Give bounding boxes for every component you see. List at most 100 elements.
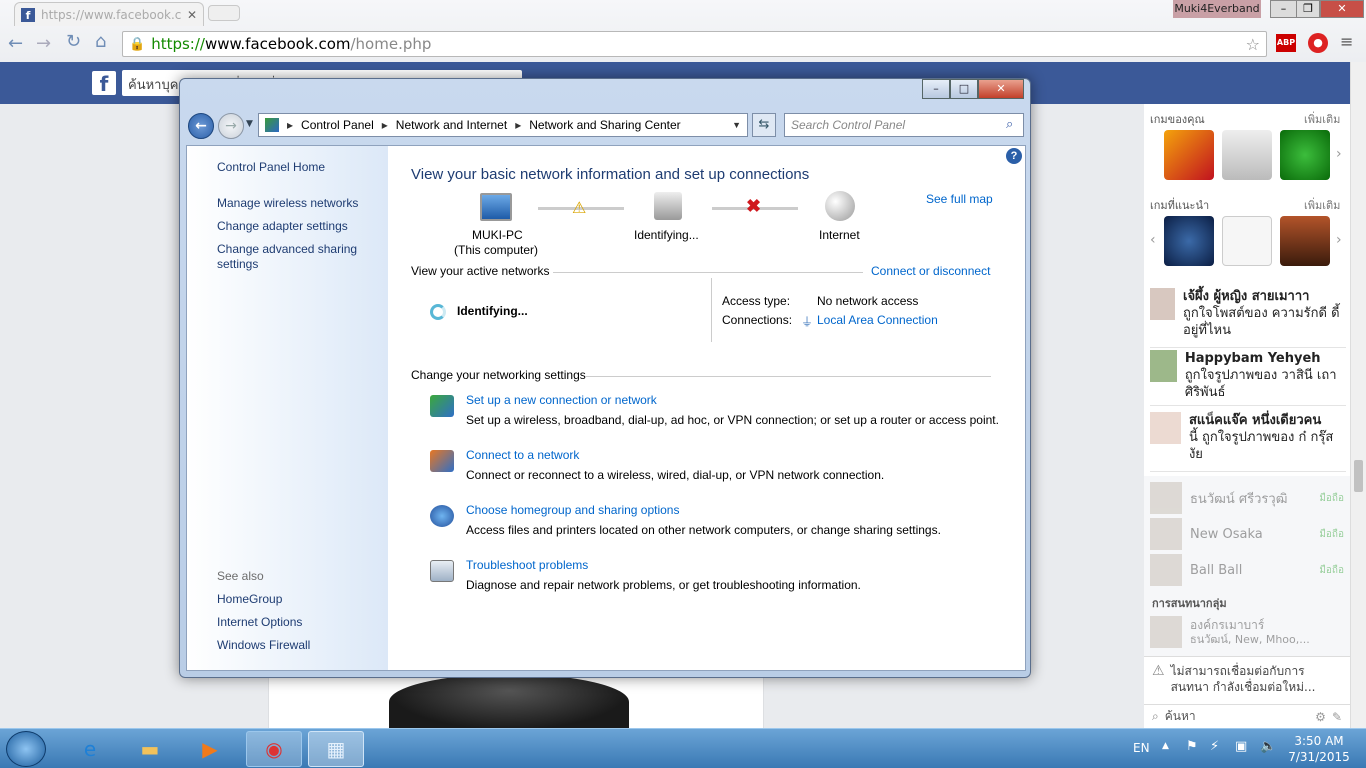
see-full-map-link[interactable]: See full map	[926, 192, 993, 206]
clock[interactable]: 3:50 AM 7/31/2015	[1284, 733, 1354, 765]
internet-explorer-icon[interactable]: e	[62, 731, 118, 767]
homegroup-link[interactable]: HomeGroup	[217, 592, 282, 606]
task-homegroup[interactable]: Choose homegroup and sharing options Acc…	[430, 503, 1010, 549]
action-center-flag-icon[interactable]: ⚑	[1186, 739, 1198, 754]
bookmark-star-icon[interactable]: ☆	[1246, 35, 1260, 54]
browser-user-badge[interactable]: Muki4Everband	[1173, 0, 1261, 18]
feed-image	[389, 674, 629, 730]
computer-icon[interactable]	[480, 193, 512, 221]
chat-contact[interactable]: Ball Ball มือถือ	[1150, 552, 1344, 588]
task-title[interactable]: Choose homegroup and sharing options	[466, 503, 679, 517]
ticker-story[interactable]: เจ้ผึ้ง ผู้หญิง สายเมาาา ถูกใจโพสต์ของ คว…	[1150, 288, 1346, 348]
page-scrollbar[interactable]	[1350, 62, 1366, 728]
back-icon[interactable]: ←	[8, 33, 23, 54]
reload-icon[interactable]: ↻	[66, 31, 81, 52]
chat-search-input[interactable]: ค้นหา	[1165, 707, 1309, 726]
game-ninja-saga-icon[interactable]	[1164, 130, 1214, 180]
minimize-browser-button[interactable]: –	[1270, 0, 1297, 18]
scrollbar-thumb[interactable]	[1354, 460, 1363, 492]
game-millionaire-icon[interactable]	[1164, 216, 1214, 266]
forward-arrow-icon[interactable]: →	[218, 113, 244, 139]
back-arrow-icon[interactable]: ←	[188, 113, 214, 139]
game-8-ball-pool-icon[interactable]	[1280, 130, 1330, 180]
chat-contact[interactable]: New Osaka มือถือ	[1150, 516, 1344, 552]
change-settings-title: Change your networking settings	[411, 368, 586, 382]
task-connect-network[interactable]: Connect to a network Connect or reconnec…	[430, 448, 1010, 494]
ticker-story[interactable]: สแน็คแจ๊ค หนึ่งเดียวคน นี้ ถูกใจรูปภาพของ…	[1150, 412, 1346, 472]
chat-contact[interactable]: ธนวัฒน์ ศรีวรวุฒิ มือถือ	[1150, 480, 1344, 516]
address-bar[interactable]: 🔒 https://www.facebook.com/home.php ☆	[122, 31, 1267, 57]
task-title[interactable]: Set up a new connection or network	[466, 393, 657, 407]
close-tab-icon[interactable]: ✕	[187, 8, 197, 22]
breadcrumb-network-internet[interactable]: Network and Internet	[396, 118, 507, 132]
unidentified-network-icon[interactable]	[654, 192, 682, 220]
language-indicator[interactable]: EN	[1133, 741, 1150, 755]
close-window-button[interactable]: ✕	[978, 79, 1024, 99]
compose-icon[interactable]: ✎	[1332, 710, 1342, 724]
search-icon[interactable]: ⌕	[1006, 117, 1013, 132]
address-dropdown-icon[interactable]: ▼	[732, 120, 741, 130]
breadcrumb[interactable]: ▸ Control Panel ▸ Network and Internet ▸…	[258, 113, 748, 137]
control-panel-taskbar-icon[interactable]: ▦	[308, 731, 364, 767]
game-tic-tac-toe-icon[interactable]	[1222, 216, 1272, 266]
breadcrumb-control-panel[interactable]: Control Panel	[301, 118, 374, 132]
task-desc: Diagnose and repair network problems, or…	[466, 578, 861, 592]
show-hidden-icons[interactable]: ▲	[1162, 741, 1169, 751]
loading-spinner-icon	[430, 304, 446, 320]
adblock-button[interactable]: ABP	[1276, 34, 1296, 52]
gear-icon[interactable]: ⚙	[1315, 710, 1326, 724]
maximize-browser-button[interactable]: ❐	[1296, 0, 1320, 18]
file-explorer-icon[interactable]: ▬	[122, 731, 178, 767]
chat-search-bar[interactable]: ⌕ ค้นหา ⚙ ✎	[1144, 704, 1350, 728]
mobile-status: มือถือ	[1319, 492, 1344, 504]
chrome-icon[interactable]: ◉	[246, 731, 302, 767]
ticker-story[interactable]: Happybam Yehyeh ถูกใจรูปภาพของ วาสินี เถา…	[1150, 350, 1346, 406]
task-title[interactable]: Connect to a network	[466, 448, 579, 462]
local-area-connection-link[interactable]: Local Area Connection	[817, 313, 938, 327]
chevron-right-icon[interactable]: ›	[1336, 232, 1342, 248]
internet-globe-icon[interactable]	[825, 191, 855, 221]
help-icon[interactable]: ?	[1006, 148, 1022, 164]
chevron-right-icon[interactable]: ›	[1336, 146, 1342, 162]
browser-tab[interactable]: f https://www.facebook.co ✕	[14, 2, 204, 26]
game-stickman-icon[interactable]	[1222, 130, 1272, 180]
power-icon[interactable]: ⚡	[1210, 739, 1219, 754]
chevron-left-icon[interactable]: ‹	[1150, 232, 1156, 248]
windows-firewall-link[interactable]: Windows Firewall	[217, 638, 310, 652]
warning-icon[interactable]: ⚠	[572, 198, 586, 218]
forward-icon[interactable]: →	[36, 33, 51, 54]
facebook-logo[interactable]: f	[92, 71, 116, 96]
media-player-icon[interactable]: ▶	[182, 731, 238, 767]
recent-pages-chevron-icon[interactable]: ▼	[246, 119, 253, 129]
suggested-more-link[interactable]: เพิ่มเติม	[1304, 196, 1340, 214]
new-tab-button[interactable]	[208, 5, 240, 21]
internet-options-link[interactable]: Internet Options	[217, 615, 302, 629]
start-button[interactable]	[6, 731, 46, 767]
chat-sidebar: ธนวัฒน์ ศรีวรวุฒิ มือถือ New Osaka มือถื…	[1144, 476, 1350, 656]
maximize-window-button[interactable]: □	[950, 79, 978, 99]
avatar	[1150, 482, 1182, 514]
connect-network-icon	[430, 450, 454, 472]
connect-or-disconnect-link[interactable]: Connect or disconnect	[871, 264, 990, 278]
chrome-menu-icon[interactable]: ≡	[1340, 32, 1353, 51]
home-icon[interactable]: ⌂	[95, 31, 106, 52]
refresh-icon[interactable]: ⇆	[752, 113, 776, 137]
group-chat[interactable]: องค์กรเมาบาร์ ธนวัฒน์, New, Mhoo,...	[1150, 614, 1344, 650]
extension-icon[interactable]: ●	[1308, 33, 1328, 53]
change-adapter-settings-link[interactable]: Change adapter settings	[217, 219, 348, 233]
close-browser-button[interactable]: ✕	[1320, 0, 1364, 18]
game-shooter-icon[interactable]	[1280, 216, 1330, 266]
games-more-link[interactable]: เพิ่มเติม	[1304, 110, 1340, 128]
manage-wireless-networks-link[interactable]: Manage wireless networks	[217, 196, 358, 210]
minimize-window-button[interactable]: –	[922, 79, 950, 99]
breadcrumb-network-sharing-center[interactable]: Network and Sharing Center	[529, 118, 680, 132]
task-title[interactable]: Troubleshoot problems	[466, 558, 588, 572]
search-control-panel-input[interactable]: Search Control Panel	[784, 113, 1024, 137]
network-tray-icon[interactable]: ▣	[1235, 739, 1247, 754]
task-setup-connection[interactable]: Set up a new connection or network Set u…	[430, 393, 1010, 439]
task-troubleshoot[interactable]: Troubleshoot problems Diagnose and repai…	[430, 558, 1010, 604]
disconnected-x-icon[interactable]: ✖	[746, 196, 761, 217]
control-panel-home-link[interactable]: Control Panel Home	[217, 160, 325, 174]
change-advanced-sharing-link[interactable]: Change advanced sharing settings	[217, 242, 367, 272]
volume-icon[interactable]: 🔈	[1260, 739, 1276, 754]
